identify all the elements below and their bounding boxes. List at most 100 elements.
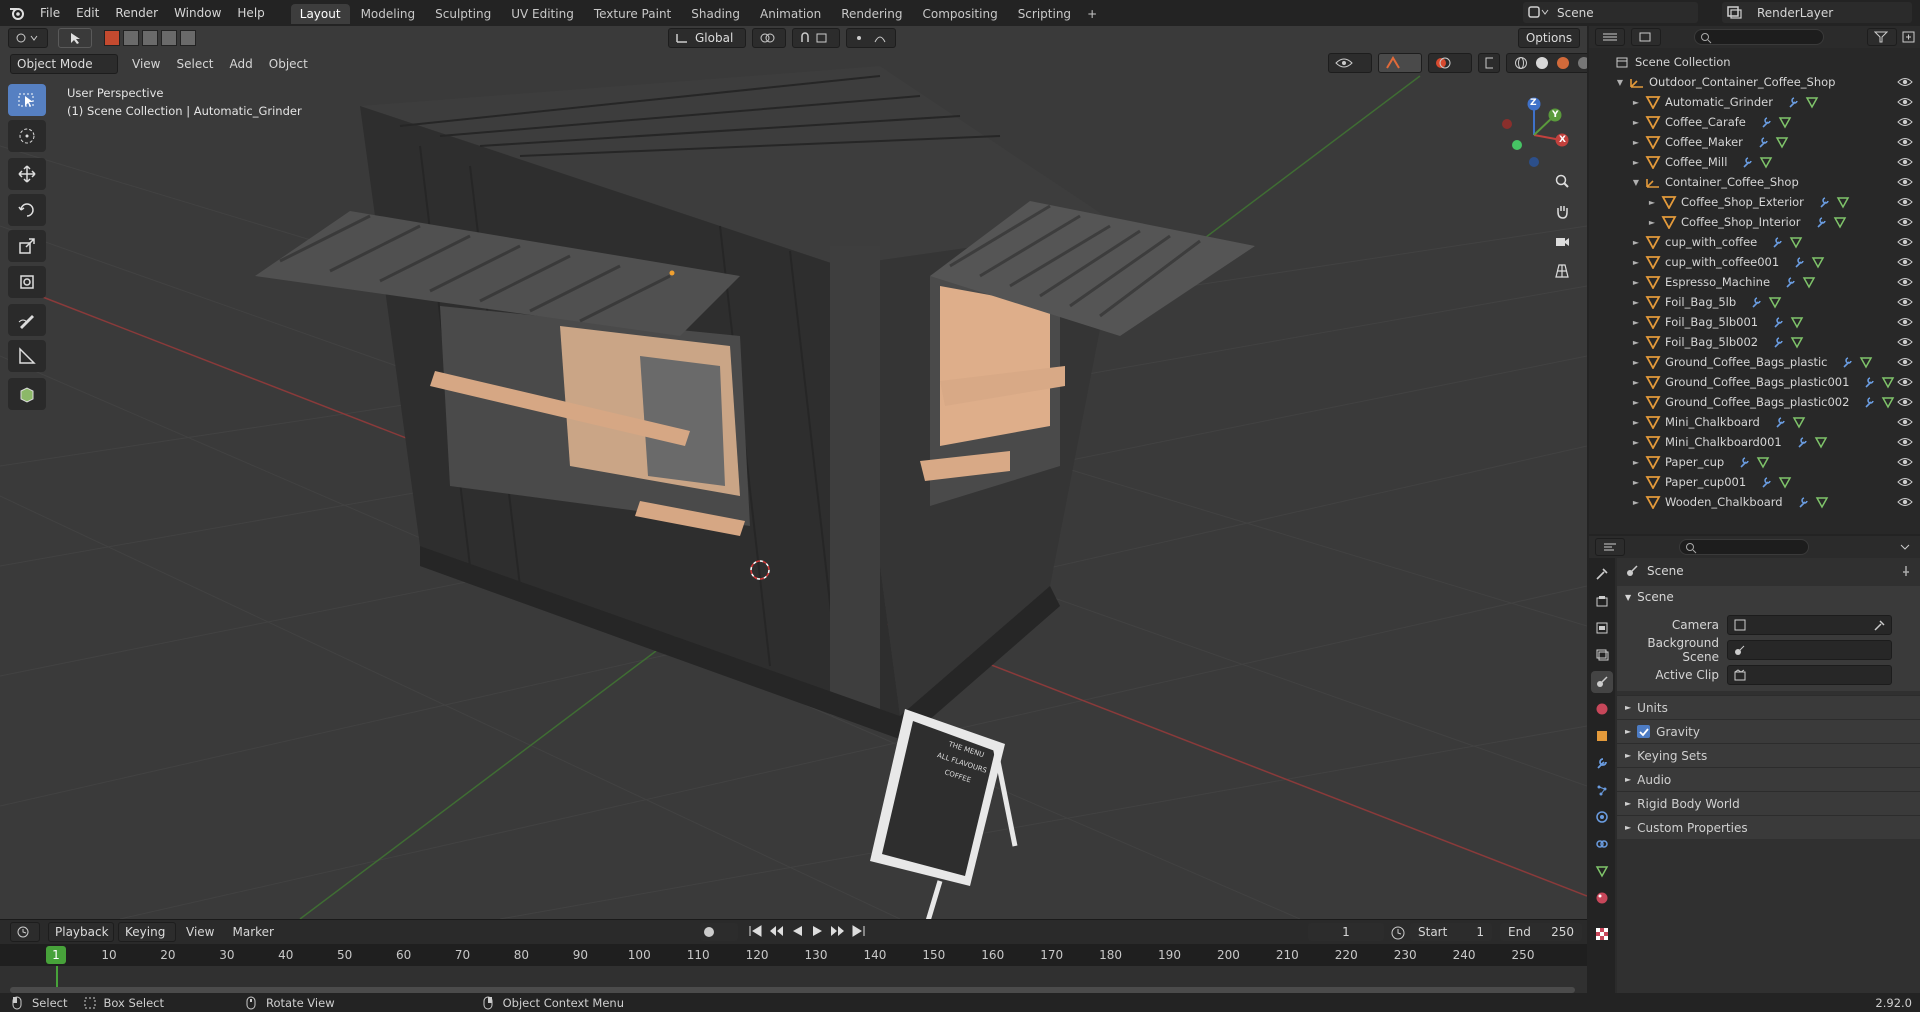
outliner-item[interactable]: ► Automatic_Grinder: [1589, 92, 1920, 112]
add-workspace-button[interactable]: +: [1082, 4, 1102, 24]
tab-scripting[interactable]: Scripting: [1009, 4, 1080, 24]
current-frame-field[interactable]: 1: [1308, 923, 1384, 941]
gravity-panel[interactable]: ► Gravity: [1617, 719, 1920, 743]
expand-arrow-icon[interactable]: ►: [1631, 338, 1641, 347]
visibility-eye-icon[interactable]: [1897, 195, 1913, 209]
mode-dropdown[interactable]: Object Mode: [10, 54, 118, 74]
modifier-data-icons[interactable]: [1796, 435, 1830, 449]
visibility-dropdown[interactable]: [1328, 53, 1372, 73]
expand-arrow-icon[interactable]: ▼: [1631, 178, 1641, 187]
modifier-data-icons[interactable]: [1771, 235, 1805, 249]
tab-rendering[interactable]: Rendering: [832, 4, 911, 24]
tab-particles[interactable]: [1591, 779, 1613, 801]
tab-compositing[interactable]: Compositing: [913, 4, 1006, 24]
modifier-data-icons[interactable]: [1750, 295, 1784, 309]
outliner-search-input[interactable]: [1694, 29, 1824, 45]
filter-dropdown[interactable]: [1867, 28, 1897, 46]
solid-shading-icon[interactable]: [1535, 56, 1549, 70]
expand-arrow-icon[interactable]: ►: [1631, 158, 1641, 167]
timeline-ruler[interactable]: 1 10 20 30 40 50 60 70 80 90 100 110 120 130 140 150 160…: [0, 944, 1587, 966]
rendered-shading-icon[interactable]: [1577, 56, 1588, 70]
gravity-checkbox[interactable]: [1637, 725, 1651, 738]
tool-move[interactable]: [8, 158, 46, 190]
modifier-data-icons[interactable]: [1760, 475, 1794, 489]
outliner-item[interactable]: ▼ Container_Coffee_Shop: [1589, 172, 1920, 192]
selection-mode-intersect-icon[interactable]: [180, 30, 196, 46]
snap-dropdown[interactable]: [792, 28, 840, 48]
expand-arrow-icon[interactable]: ►: [1631, 458, 1641, 467]
selection-mode-invert-icon[interactable]: [161, 30, 177, 46]
auto-key-toggle[interactable]: [700, 923, 738, 941]
keying-sets-panel[interactable]: ► Keying Sets: [1617, 743, 1920, 767]
tab-texture-paint[interactable]: Texture Paint: [585, 4, 680, 24]
tab-shading[interactable]: Shading: [682, 4, 749, 24]
outliner-item[interactable]: ► Mini_Chalkboard: [1589, 412, 1920, 432]
timeline-marker-menu[interactable]: Marker: [232, 925, 273, 939]
modifier-data-icons[interactable]: [1772, 315, 1806, 329]
modifier-data-icons[interactable]: [1815, 215, 1849, 229]
overlays-dropdown[interactable]: [1428, 53, 1472, 73]
jump-keyframe-forward-icon[interactable]: [830, 923, 846, 939]
menu-object[interactable]: Object: [261, 57, 316, 71]
jump-keyframe-back-icon[interactable]: [768, 923, 784, 939]
play-reverse-icon[interactable]: [790, 923, 804, 939]
tool-scale[interactable]: [8, 230, 46, 262]
visibility-eye-icon[interactable]: [1897, 115, 1913, 129]
outliner-collection-row[interactable]: ▼ Outdoor_Container_Coffee_Shop: [1589, 72, 1920, 92]
rigid-body-world-panel[interactable]: ► Rigid Body World: [1617, 791, 1920, 815]
expand-arrow-icon[interactable]: ►: [1631, 298, 1641, 307]
expand-arrow-icon[interactable]: ►: [1631, 478, 1641, 487]
modifier-data-icons[interactable]: [1797, 495, 1831, 509]
outliner-item[interactable]: ► Foil_Bag_5lb001: [1589, 312, 1920, 332]
display-mode-dropdown[interactable]: [1631, 28, 1661, 46]
modifier-data-icons[interactable]: [1784, 275, 1818, 289]
tab-texture[interactable]: [1591, 923, 1613, 945]
keying-menu[interactable]: Keying: [118, 922, 176, 942]
modifier-data-icons[interactable]: [1772, 335, 1806, 349]
scene-selector[interactable]: Scene: [1523, 2, 1698, 23]
tool-annotate[interactable]: [8, 304, 46, 336]
properties-editor-type[interactable]: [1595, 538, 1625, 556]
visibility-eye-icon[interactable]: [1897, 95, 1913, 109]
perspective-toggle-button[interactable]: [1549, 258, 1575, 284]
modifier-data-icons[interactable]: [1741, 155, 1775, 169]
visibility-eye-icon[interactable]: [1897, 135, 1913, 149]
tab-physics[interactable]: [1591, 806, 1613, 828]
properties-search-input[interactable]: [1679, 539, 1809, 555]
blender-logo-icon[interactable]: [6, 2, 28, 24]
selection-mode-subtract-icon[interactable]: [142, 30, 158, 46]
visibility-eye-icon[interactable]: [1897, 455, 1913, 469]
modifier-data-icons[interactable]: [1863, 375, 1897, 389]
jump-start-icon[interactable]: [748, 923, 762, 939]
visibility-eye-icon[interactable]: [1897, 395, 1913, 409]
background-scene-field[interactable]: [1727, 639, 1892, 660]
play-icon[interactable]: [810, 923, 824, 939]
scene-panel-header[interactable]: ▼ Scene: [1617, 586, 1920, 608]
outliner-item[interactable]: ► cup_with_coffee001: [1589, 252, 1920, 272]
menu-render[interactable]: Render: [107, 0, 166, 26]
menu-edit[interactable]: Edit: [68, 0, 107, 26]
expand-arrow-icon[interactable]: ►: [1631, 318, 1641, 327]
select-tool-button[interactable]: [58, 28, 92, 48]
outliner-editor-type[interactable]: [1595, 28, 1625, 46]
modifier-data-icons[interactable]: [1757, 135, 1791, 149]
tool-rotate[interactable]: [8, 194, 46, 226]
visibility-eye-icon[interactable]: [1897, 275, 1913, 289]
tab-animation[interactable]: Animation: [751, 4, 830, 24]
visibility-eye-icon[interactable]: [1897, 355, 1913, 369]
outliner-item[interactable]: ► Ground_Coffee_Bags_plastic001: [1589, 372, 1920, 392]
timeline-track[interactable]: [0, 966, 1587, 994]
visibility-eye-icon[interactable]: [1897, 155, 1913, 169]
material-shading-icon[interactable]: [1556, 56, 1570, 70]
expand-arrow-icon[interactable]: ▼: [1615, 78, 1625, 87]
tool-cursor[interactable]: [8, 120, 46, 152]
tool-add-cube[interactable]: [8, 378, 46, 410]
units-panel[interactable]: ► Units: [1617, 695, 1920, 719]
wireframe-shading-icon[interactable]: [1514, 56, 1528, 70]
outliner-item[interactable]: ► cup_with_coffee: [1589, 232, 1920, 252]
outliner-item[interactable]: ► Ground_Coffee_Bags_plastic002: [1589, 392, 1920, 412]
expand-arrow-icon[interactable]: ►: [1631, 438, 1641, 447]
menu-help[interactable]: Help: [229, 0, 272, 26]
tool-measure[interactable]: [8, 340, 46, 372]
tab-output[interactable]: [1591, 617, 1613, 639]
